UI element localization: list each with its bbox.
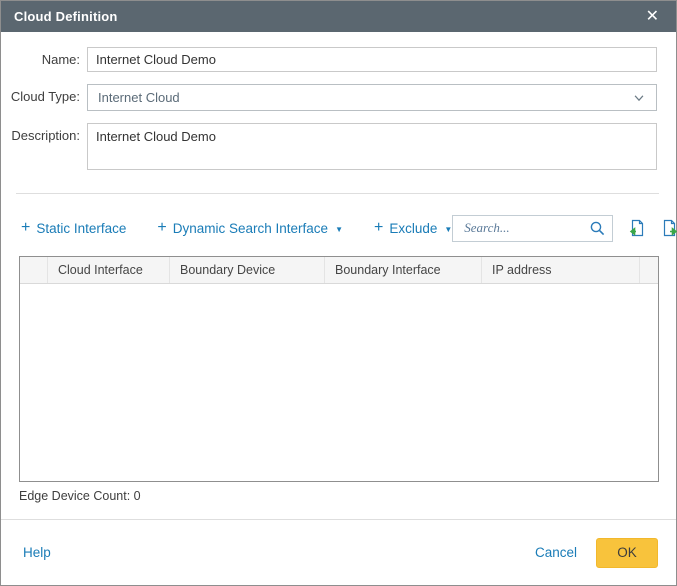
caret-down-icon: ▼ <box>444 225 452 234</box>
dynamic-search-interface-button[interactable]: + Dynamic Search Interface ▼ <box>157 221 343 236</box>
interfaces-table: Cloud Interface Boundary Device Boundary… <box>19 256 659 482</box>
cloud-type-row: Cloud Type: Internet Cloud <box>1 84 657 111</box>
description-label: Description: <box>1 123 87 148</box>
table-body[interactable] <box>20 284 658 481</box>
table-header: Cloud Interface Boundary Device Boundary… <box>20 257 658 284</box>
plus-icon: + <box>374 221 383 235</box>
ok-button[interactable]: OK <box>596 538 658 568</box>
search-box <box>452 215 613 242</box>
exclude-button[interactable]: + Exclude ▼ <box>374 221 452 236</box>
plus-icon: + <box>21 221 30 235</box>
column-header-ip-address[interactable]: IP address <box>482 257 640 283</box>
caret-down-icon: ▼ <box>335 225 343 234</box>
cloud-definition-form: Name: Cloud Type: Internet Cloud Descrip… <box>1 47 657 182</box>
description-textarea[interactable]: Internet Cloud Demo <box>87 123 657 170</box>
dialog-title: Cloud Definition <box>14 9 118 24</box>
edge-device-count: Edge Device Count: 0 <box>19 489 141 503</box>
cloud-type-label: Cloud Type: <box>1 84 87 109</box>
dynamic-search-interface-label: Dynamic Search Interface <box>173 221 328 236</box>
titlebar: Cloud Definition ✕ <box>1 1 676 32</box>
cancel-button[interactable]: Cancel <box>535 545 577 560</box>
cloud-type-value: Internet Cloud <box>98 90 632 105</box>
footer: Help Cancel OK <box>1 520 676 585</box>
column-header-selector <box>20 257 48 283</box>
import-icon <box>628 219 646 237</box>
plus-icon: + <box>157 221 166 235</box>
description-row: Description: Internet Cloud Demo <box>1 123 657 170</box>
close-icon[interactable]: ✕ <box>642 7 663 27</box>
name-row: Name: <box>1 47 657 72</box>
chevron-down-icon <box>632 91 646 105</box>
export-button[interactable] <box>661 218 677 238</box>
cloud-definition-dialog: Cloud Definition ✕ Name: Cloud Type: Int… <box>0 0 677 586</box>
help-link[interactable]: Help <box>23 545 51 560</box>
section-divider <box>16 193 659 194</box>
static-interface-label: Static Interface <box>36 221 126 236</box>
static-interface-button[interactable]: + Static Interface <box>21 221 126 236</box>
name-input[interactable] <box>87 47 657 72</box>
name-label: Name: <box>1 47 87 72</box>
column-header-end <box>640 257 658 283</box>
search-icon[interactable] <box>589 220 606 237</box>
column-header-cloud-interface[interactable]: Cloud Interface <box>48 257 170 283</box>
interface-toolbar: + Static Interface + Dynamic Search Inte… <box>21 214 657 242</box>
import-button[interactable] <box>628 218 646 238</box>
column-header-boundary-device[interactable]: Boundary Device <box>170 257 325 283</box>
export-icon <box>661 219 677 237</box>
search-input[interactable] <box>462 219 589 237</box>
exclude-label: Exclude <box>389 221 437 236</box>
cloud-type-select[interactable]: Internet Cloud <box>87 84 657 111</box>
column-header-boundary-interface[interactable]: Boundary Interface <box>325 257 482 283</box>
